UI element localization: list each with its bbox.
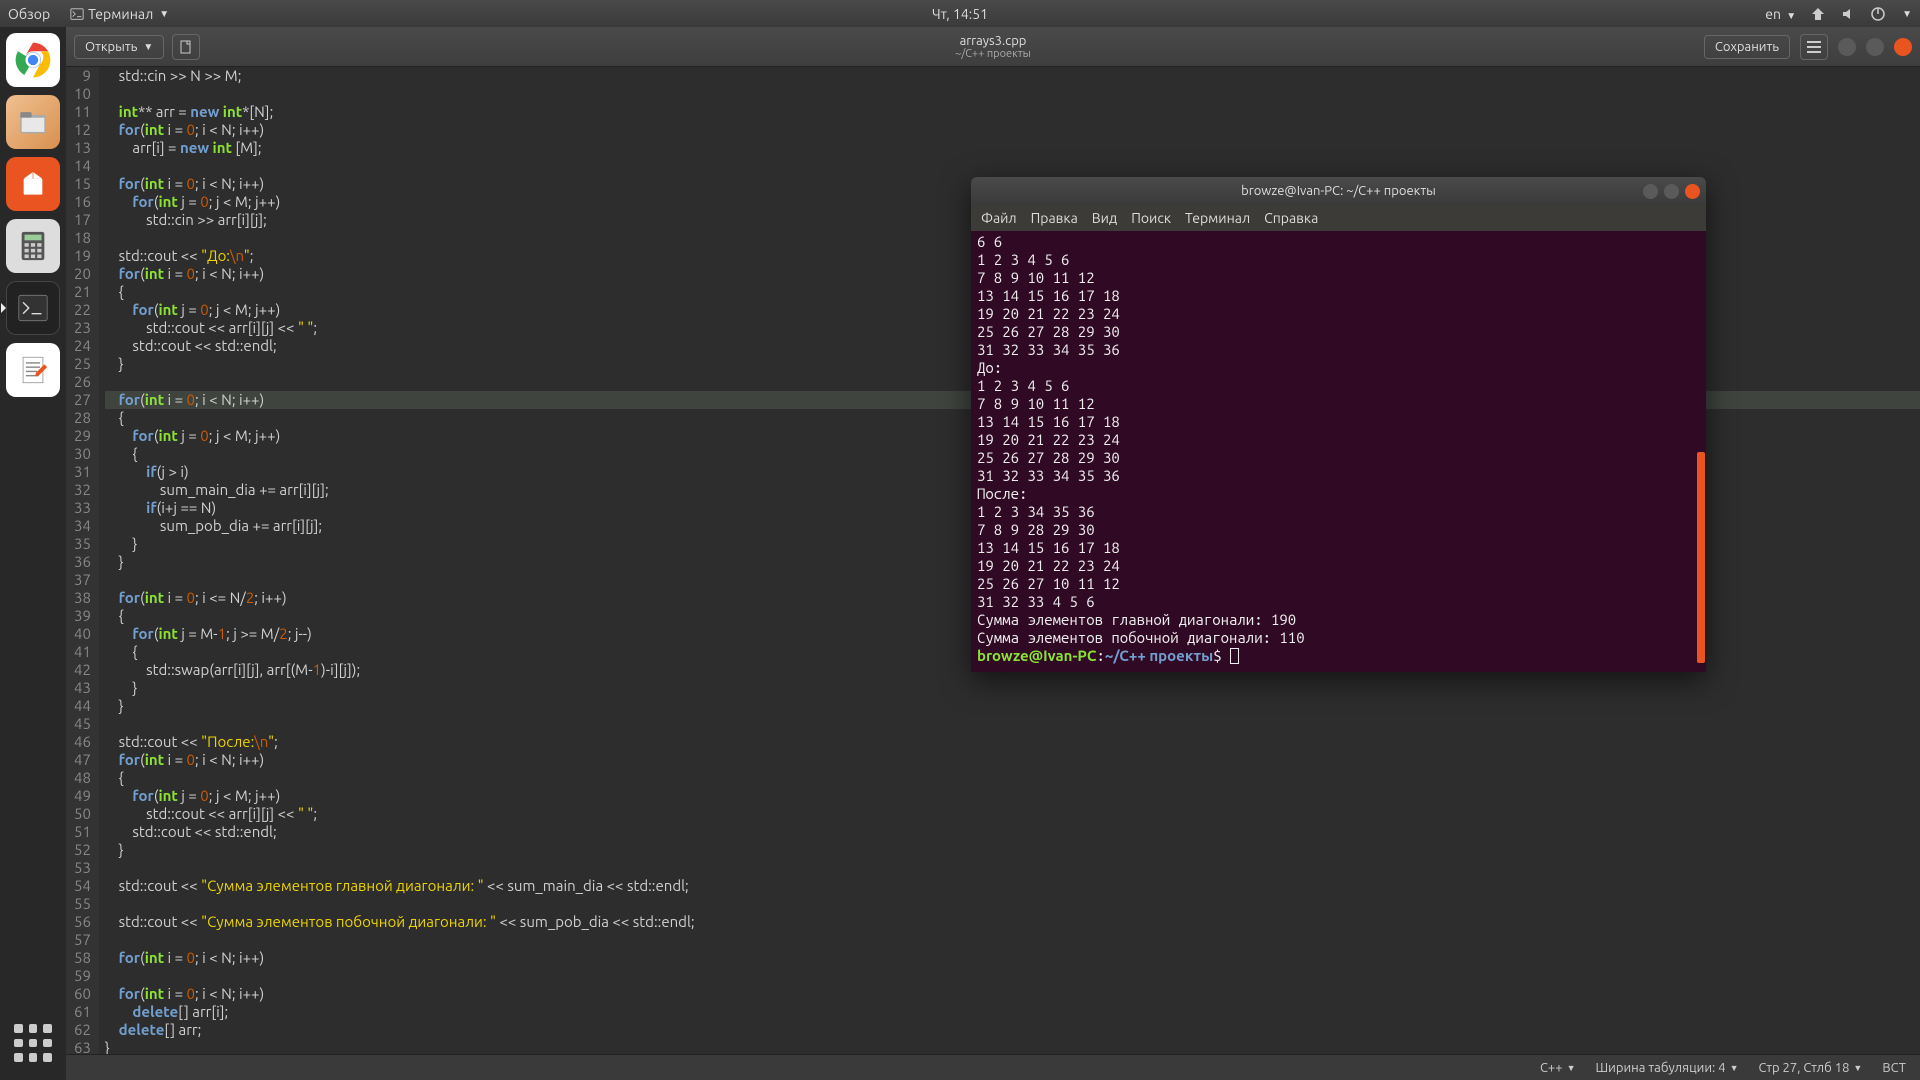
network-icon[interactable] [1810,6,1826,22]
terminal-scrollbar[interactable] [1696,231,1706,672]
terminal-menubar: Файл Правка Вид Поиск Терминал Справка [971,205,1706,231]
open-button[interactable]: Открыть▼ [74,35,164,59]
app-menu-label: Терминал [88,6,153,22]
launcher-text-editor[interactable] [6,343,60,397]
terminal-menu-правка[interactable]: Правка [1031,210,1078,226]
launcher-calculator[interactable] [6,219,60,273]
close-button[interactable] [1894,38,1912,56]
gedit-header: Открыть▼ arrays3.cpp ~/C++ проекты Сохра… [66,27,1920,67]
terminal-window: browze@Ivan-PC: ~/C++ проекты Файл Правка… [971,177,1706,672]
launcher [0,27,66,1080]
window-title: arrays3.cpp ~/C++ проекты [955,34,1031,60]
new-document-button[interactable] [172,34,200,60]
new-file-icon [178,39,194,55]
power-icon[interactable] [1870,6,1886,22]
maximize-button[interactable] [1866,38,1884,56]
minimize-button[interactable] [1838,38,1856,56]
top-panel: Обзор Терминал ▼ Чт, 14:51 en ▼ ▼ [0,0,1920,27]
launcher-chrome[interactable] [6,33,60,87]
status-position: Стр 27, Стлб 18▼ [1758,1061,1862,1075]
statusbar: C++▼ Ширина табуляции: 4▼ Стр 27, Стлб 1… [66,1054,1920,1080]
terminal-minimize[interactable] [1643,184,1658,199]
terminal-menu-поиск[interactable]: Поиск [1131,210,1171,226]
app-menu[interactable]: Терминал ▼ [70,6,169,22]
status-insert[interactable]: ВСТ [1882,1061,1906,1075]
terminal-body[interactable]: 6 6 1 2 3 4 5 6 7 8 9 10 11 12 13 14 15 … [971,231,1706,672]
system-menu-chevron[interactable]: ▼ [1902,8,1912,20]
line-gutter: 9101112131415161718192021222324252627282… [66,67,99,1054]
terminal-close[interactable] [1685,184,1700,199]
volume-icon[interactable] [1840,6,1856,22]
launcher-software[interactable] [6,157,60,211]
launcher-files[interactable] [6,95,60,149]
terminal-menu-терминал[interactable]: Терминал [1185,210,1250,226]
terminal-icon [70,7,84,21]
status-tabwidth[interactable]: Ширина табуляции: 4▼ [1596,1061,1739,1075]
clock[interactable]: Чт, 14:51 [932,6,988,22]
chevron-down-icon: ▼ [159,8,169,20]
activities-button[interactable]: Обзор [8,6,50,22]
terminal-menu-файл[interactable]: Файл [981,210,1017,226]
launcher-terminal[interactable] [6,281,60,335]
keyboard-layout[interactable]: en ▼ [1765,6,1796,22]
hamburger-menu[interactable] [1800,34,1828,60]
terminal-menu-справка[interactable]: Справка [1264,210,1318,226]
terminal-maximize[interactable] [1664,184,1679,199]
terminal-titlebar[interactable]: browze@Ivan-PC: ~/C++ проекты [971,177,1706,205]
launcher-show-apps[interactable] [6,1016,60,1070]
terminal-menu-вид[interactable]: Вид [1092,210,1117,226]
status-language[interactable]: C++▼ [1540,1061,1576,1075]
terminal-title-text: browze@Ivan-PC: ~/C++ проекты [1241,184,1436,198]
save-button[interactable]: Сохранить [1704,35,1790,59]
